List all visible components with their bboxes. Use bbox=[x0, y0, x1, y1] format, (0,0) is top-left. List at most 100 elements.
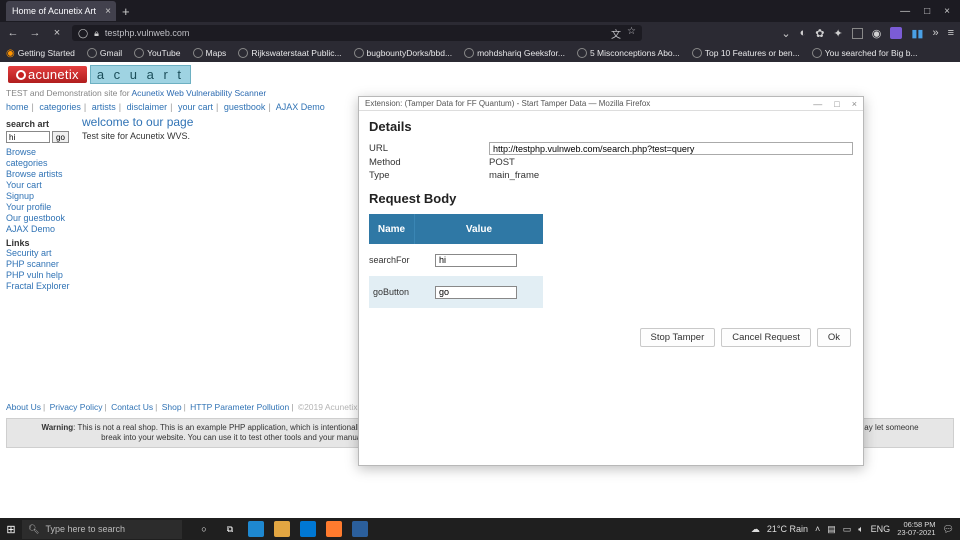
browser-tab[interactable]: Home of Acunetix Art × bbox=[6, 1, 116, 21]
footer-link[interactable]: Privacy Policy bbox=[50, 402, 103, 412]
tamper-icon[interactable]: ▮▮ bbox=[911, 27, 923, 40]
bookmark-star-icon[interactable]: ☆ bbox=[627, 26, 636, 41]
sidebar-link[interactable]: PHP vuln help bbox=[6, 270, 73, 281]
overflow-icon[interactable]: » bbox=[932, 27, 938, 39]
footer-link[interactable]: About Us bbox=[6, 402, 41, 412]
globe-icon bbox=[464, 48, 474, 58]
new-tab-button[interactable]: + bbox=[122, 4, 130, 19]
sidebar-link[interactable]: Fractal Explorer bbox=[6, 281, 73, 292]
param-value-input[interactable] bbox=[435, 286, 517, 299]
details-heading: Details bbox=[369, 119, 853, 134]
network-icon[interactable]: ▤ bbox=[827, 524, 836, 535]
modal-minimize-icon[interactable]: — bbox=[813, 99, 822, 109]
param-value-input[interactable] bbox=[435, 254, 517, 267]
tab-title: Home of Acunetix Art bbox=[12, 6, 96, 16]
maximize-icon[interactable]: □ bbox=[924, 6, 930, 17]
file-explorer-icon[interactable] bbox=[274, 521, 290, 537]
modal-title: Extension: (Tamper Data for FF Quantum) … bbox=[365, 99, 650, 108]
bookmark-item[interactable]: Gmail bbox=[87, 48, 122, 58]
sidebar-link[interactable]: AJAX Demo bbox=[6, 224, 73, 235]
vscode-icon[interactable] bbox=[352, 521, 368, 537]
stop-tamper-button[interactable]: Stop Tamper bbox=[640, 328, 716, 347]
search-input[interactable] bbox=[6, 131, 50, 143]
globe-icon bbox=[577, 48, 587, 58]
menu-home[interactable]: home bbox=[6, 102, 29, 112]
modal-maximize-icon[interactable]: □ bbox=[834, 99, 839, 109]
globe-icon bbox=[134, 48, 144, 58]
weather-text[interactable]: 21°C Rain bbox=[767, 524, 808, 534]
pocket-icon[interactable]: ⌄ bbox=[781, 27, 790, 40]
cortana-icon[interactable]: ○ bbox=[196, 521, 212, 537]
language-indicator[interactable]: ENG bbox=[871, 524, 891, 534]
bookmark-item[interactable]: Maps bbox=[193, 48, 227, 58]
bookmark-item[interactable]: mohdshariq Geeksfor... bbox=[464, 48, 565, 58]
sidebar-link[interactable]: Your profile bbox=[6, 202, 73, 213]
bookmark-item[interactable]: Rijkswaterstaat Public... bbox=[238, 48, 341, 58]
gear-icon[interactable]: ✿ bbox=[815, 27, 824, 40]
sidebar-link[interactable]: Our guestbook bbox=[6, 213, 73, 224]
bookmark-item[interactable]: YouTube bbox=[134, 48, 180, 58]
sidebar-link[interactable]: Signup bbox=[6, 191, 73, 202]
container-icon[interactable]: ◐ bbox=[800, 27, 807, 39]
menu-cart[interactable]: your cart bbox=[178, 102, 213, 112]
back-icon[interactable]: ← bbox=[6, 27, 20, 39]
modal-close-icon[interactable]: × bbox=[852, 99, 857, 109]
clock[interactable]: 06:58 PM 23-07-2021 bbox=[897, 521, 935, 537]
sidebar-link[interactable]: PHP scanner bbox=[6, 259, 73, 270]
close-tab-icon[interactable]: × bbox=[105, 6, 111, 17]
weather-icon[interactable]: ☁ bbox=[751, 524, 760, 535]
taskbar-search[interactable]: 🔍︎ Type here to search bbox=[22, 520, 182, 539]
footer-link[interactable]: HTTP Parameter Pollution bbox=[190, 402, 289, 412]
battery-icon[interactable]: ▭ bbox=[843, 524, 852, 535]
url-bar[interactable]: ◯ 🔒︎ testphp.vulnweb.com 文 ☆ bbox=[72, 25, 642, 41]
account-icon[interactable]: ◉ bbox=[872, 27, 882, 40]
stop-icon[interactable]: × bbox=[50, 27, 64, 39]
menu-guestbook[interactable]: guestbook bbox=[224, 102, 266, 112]
sidebar-link[interactable]: Browse artists bbox=[6, 169, 73, 180]
modal-titlebar[interactable]: Extension: (Tamper Data for FF Quantum) … bbox=[359, 97, 863, 111]
cancel-request-button[interactable]: Cancel Request bbox=[721, 328, 811, 347]
sidebar: search art go Browse categories Browse a… bbox=[0, 115, 76, 292]
go-button[interactable]: go bbox=[52, 131, 69, 143]
store-icon[interactable] bbox=[300, 521, 316, 537]
minimize-icon[interactable]: — bbox=[900, 6, 910, 17]
url-field[interactable] bbox=[489, 142, 853, 155]
bookmark-item[interactable]: ◉Getting Started bbox=[6, 48, 75, 59]
globe-icon bbox=[354, 48, 364, 58]
sidebar-link[interactable]: Your cart bbox=[6, 180, 73, 191]
ok-button[interactable]: Ok bbox=[817, 328, 851, 347]
extension-badge-icon[interactable] bbox=[890, 27, 902, 39]
param-name: goButton bbox=[369, 287, 415, 297]
windows-taskbar: ⊞ 🔍︎ Type here to search ○ ⧉ ☁ 21°C Rain… bbox=[0, 518, 960, 540]
edge-icon[interactable] bbox=[248, 521, 264, 537]
shield-icon: ◯ bbox=[78, 28, 88, 39]
window-controls: — □ × bbox=[900, 6, 960, 17]
library-icon[interactable] bbox=[852, 28, 863, 39]
menu-categories[interactable]: categories bbox=[39, 102, 81, 112]
bookmark-item[interactable]: bugbountyDorks/bbd... bbox=[354, 48, 453, 58]
menu-ajax[interactable]: AJAX Demo bbox=[276, 102, 325, 112]
hamburger-icon[interactable]: ≡ bbox=[948, 27, 954, 39]
notifications-icon[interactable]: 💬︎ bbox=[943, 524, 954, 535]
request-body-heading: Request Body bbox=[369, 191, 853, 206]
puzzle-icon[interactable]: ✦ bbox=[834, 27, 843, 40]
sidebar-link[interactable]: Browse categories bbox=[6, 147, 73, 169]
translate-icon[interactable]: 文 bbox=[611, 26, 621, 41]
task-view-icon[interactable]: ⧉ bbox=[222, 521, 238, 537]
footer-link[interactable]: Contact Us bbox=[111, 402, 153, 412]
firefox-taskbar-icon[interactable] bbox=[326, 521, 342, 537]
footer-link[interactable]: Shop bbox=[162, 402, 182, 412]
bookmark-item[interactable]: Top 10 Features or ben... bbox=[692, 48, 800, 58]
start-button[interactable]: ⊞ bbox=[0, 523, 22, 536]
tagline-link[interactable]: Acunetix Web Vulnerability Scanner bbox=[132, 88, 267, 98]
bookmark-item[interactable]: You searched for Big b... bbox=[812, 48, 918, 58]
menu-artists[interactable]: artists bbox=[92, 102, 116, 112]
close-window-icon[interactable]: × bbox=[944, 6, 950, 17]
menu-disclaimer[interactable]: disclaimer bbox=[127, 102, 168, 112]
bookmarks-bar: ◉Getting Started Gmail YouTube Maps Rijk… bbox=[0, 44, 960, 62]
tray-chevron-icon[interactable]: ˄ bbox=[815, 524, 820, 534]
bookmark-item[interactable]: 5 Misconceptions Abo... bbox=[577, 48, 680, 58]
forward-icon[interactable]: → bbox=[28, 27, 42, 39]
sidebar-link[interactable]: Security art bbox=[6, 248, 73, 259]
volume-icon[interactable]: 🔈︎ bbox=[858, 524, 863, 535]
